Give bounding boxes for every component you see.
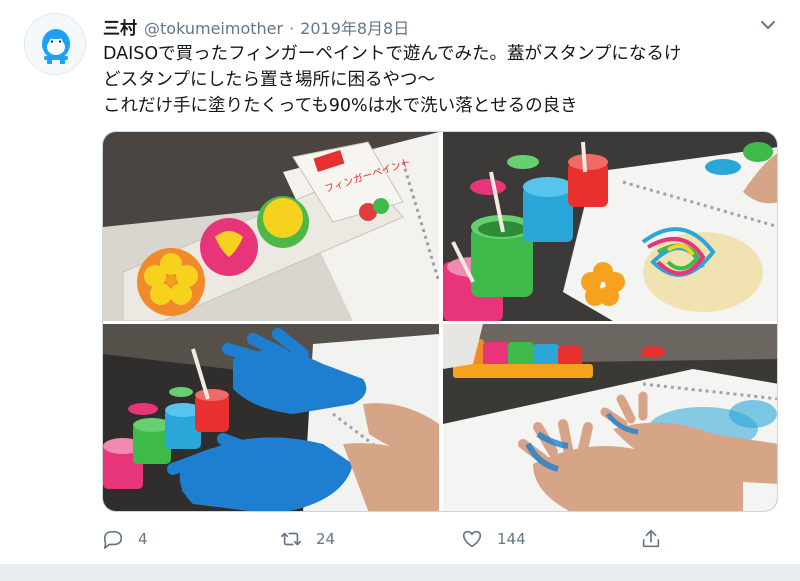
photo-1[interactable]: フィンガーペイント — [103, 132, 439, 321]
chevron-down-icon — [761, 21, 775, 29]
avatar-default-icon — [25, 14, 85, 74]
tweet-text-line: どスタンプにしたら置き場所に困るやつ〜 — [103, 70, 435, 90]
header-separator: · — [289, 19, 295, 38]
author-name[interactable]: 三村 — [103, 14, 137, 39]
tweet-menu-button[interactable] — [758, 15, 778, 35]
photo-4[interactable] — [443, 324, 777, 511]
like-button[interactable]: 144 — [461, 526, 526, 552]
share-button[interactable] — [640, 526, 676, 552]
tweet-text: DAISOで買ったフィンガーペイントで遊んでみた。蓋がスタンプになるけ どスタン… — [103, 41, 783, 119]
photo-2-image — [443, 132, 777, 321]
tweet-date[interactable]: 2019年8月8日 — [300, 15, 409, 39]
reply-count: 4 — [138, 530, 148, 548]
avatar[interactable] — [24, 13, 86, 75]
tweet-header: 三村 @tokumeimother · 2019年8月8日 — [103, 14, 409, 39]
photo-3-image — [103, 324, 439, 511]
media-grid: フィンガーペイント — [102, 131, 778, 512]
retweet-button[interactable]: 24 — [280, 526, 335, 552]
photo-1-image: フィンガーペイント — [103, 132, 439, 321]
photo-4-image — [443, 324, 777, 511]
like-count: 144 — [497, 530, 526, 548]
photo-3[interactable] — [103, 324, 439, 511]
tweet-text-line: これだけ手に塗りたくっても90%は水で洗い落とせるの良き — [103, 96, 578, 116]
author-handle[interactable]: @tokumeimother — [144, 19, 283, 38]
retweet-icon — [281, 532, 301, 546]
reply-button[interactable]: 4 — [102, 526, 148, 552]
reply-icon — [103, 530, 123, 549]
photo-2[interactable] — [443, 132, 777, 321]
share-icon — [642, 529, 660, 548]
retweet-count: 24 — [316, 530, 336, 548]
tweet-text-line: DAISOで買ったフィンガーペイントで遊んでみた。蓋がスタンプになるけ — [103, 44, 682, 64]
tweet-card[interactable]: 三村 @tokumeimother · 2019年8月8日 DAISOで買ったフ… — [0, 0, 800, 565]
heart-icon — [462, 530, 482, 548]
tweet-actions: 4 24 144 — [100, 526, 700, 552]
